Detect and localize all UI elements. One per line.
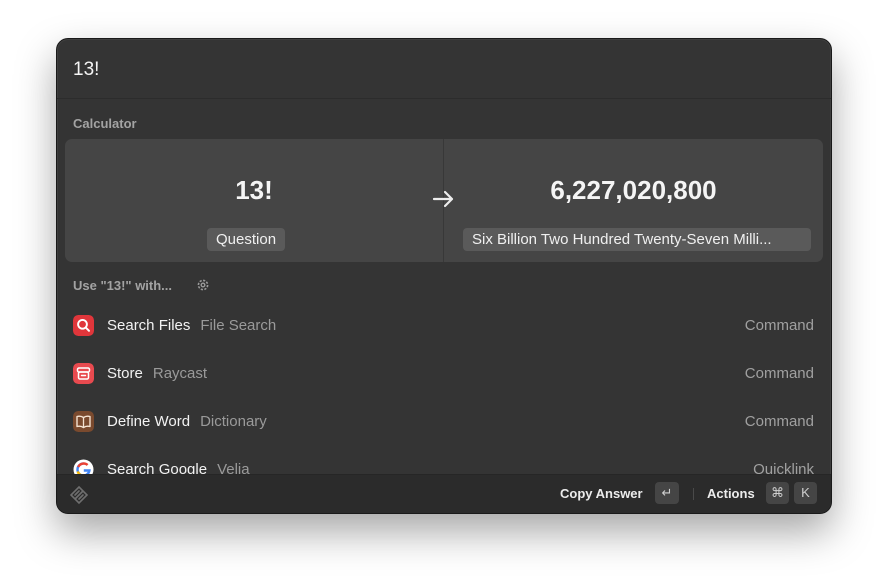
store-icon [73,363,94,384]
actions-button[interactable]: Actions [707,486,755,501]
section-label-use-with: Use "13!" with... [73,278,173,293]
copy-answer-button[interactable]: Copy Answer [560,486,643,501]
item-subtitle: Dictionary [200,413,267,430]
item-subtitle: File Search [200,317,277,334]
item-kind: Command [744,413,814,430]
book-icon [73,411,94,432]
enter-key-hint: ↵ [655,482,679,504]
gear-icon[interactable] [196,278,210,292]
launcher-window: 13! Calculator 13! 6,227,020,800 Questio… [56,38,832,514]
search-icon [73,315,94,336]
calculator-question: 13! [235,175,273,205]
item-kind: Command [744,317,814,334]
list-item-define-word[interactable]: Define Word Dictionary Command [57,402,831,442]
section-label-calculator: Calculator [73,116,137,131]
action-bar: Copy Answer ↵ Actions ⌘ K [57,474,831,513]
answer-words-chip: Six Billion Two Hundred Twenty-Seven Mil… [463,228,811,251]
question-label-chip: Question [207,228,286,251]
item-kind: Command [744,365,814,382]
footer-divider [693,488,694,500]
list-item-store[interactable]: Store Raycast Command [57,354,831,394]
item-title: Define Word [107,413,191,430]
search-bar[interactable]: 13! [57,39,831,99]
command-key-hint: ⌘ [766,482,789,504]
k-key-hint: K [794,482,817,504]
item-subtitle: Raycast [152,365,208,382]
item-title: Store [107,365,143,382]
raycast-logo-icon[interactable] [69,485,89,505]
calculator-result[interactable]: 13! 6,227,020,800 Question Six Billion T… [65,139,823,262]
list-item-search-files[interactable]: Search Files File Search Command [57,306,831,346]
calculator-answer: 6,227,020,800 [550,175,717,205]
item-title: Search Files [107,317,191,334]
search-input[interactable]: 13! [73,59,99,81]
